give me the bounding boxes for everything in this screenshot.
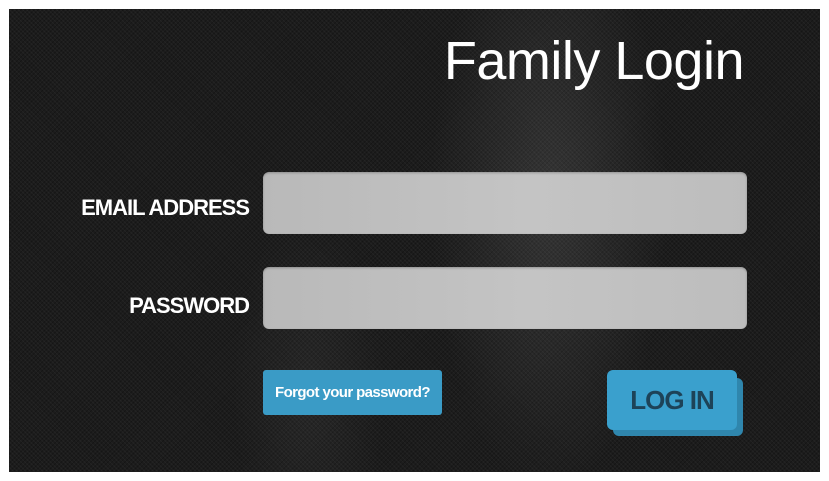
login-button-wrapper: LOG IN [607,370,747,440]
password-label: PASSWORD [129,293,250,318]
email-label: EMAIL ADDRESS [81,195,250,220]
page-title: Family Login [443,31,745,91]
password-field[interactable] [263,267,747,329]
email-field[interactable] [263,172,747,234]
login-button[interactable]: LOG IN [607,370,737,430]
login-panel: Family Login EMAIL ADDRESS PASSWORD Forg… [9,9,820,472]
forgot-password-button[interactable]: Forgot your password? [263,370,442,415]
